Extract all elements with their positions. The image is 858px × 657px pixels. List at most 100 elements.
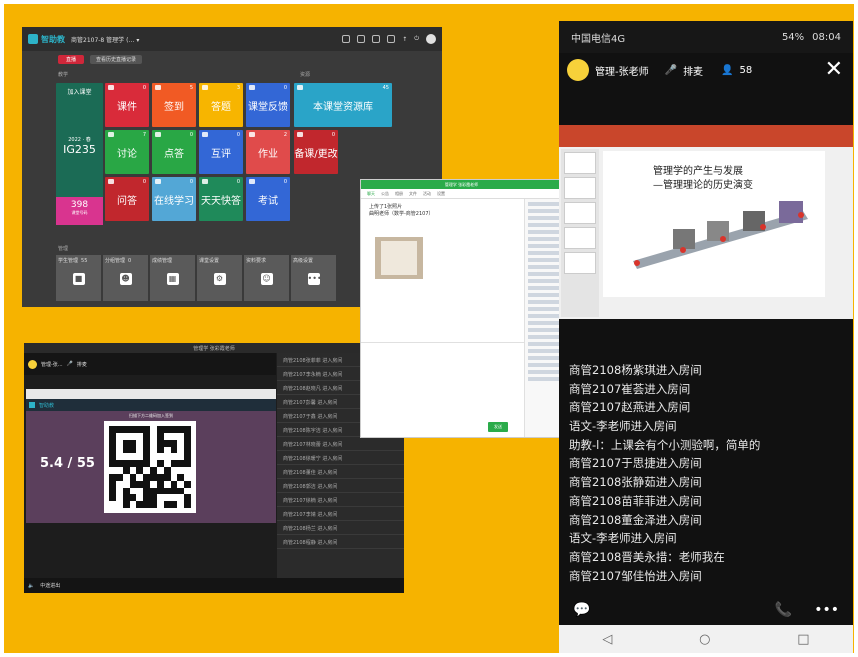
tile-8[interactable]: 2 作业 (246, 130, 290, 174)
brand-name: 智助教 (41, 34, 65, 44)
home-circle-icon[interactable]: ○ (699, 632, 710, 647)
course-selector[interactable]: 商管2107-8 管理学 (… ▾ (71, 35, 139, 44)
recent-apps-icon[interactable]: □ (797, 632, 809, 647)
tile-label: 点答 (164, 148, 184, 160)
comment-icon[interactable]: 💬 (573, 602, 590, 618)
tile-5[interactable]: 7 讨论 (105, 130, 149, 174)
manage-item-3[interactable]: 课堂设置 ⚙ (197, 255, 242, 301)
qr-module (122, 446, 130, 454)
manage-item-2[interactable]: 成绩管理 ▦ (150, 255, 195, 301)
mic-icon[interactable]: 🎤 (67, 361, 73, 367)
phone-chat-line: 商管2108苗菲菲进入房间 (569, 493, 702, 508)
qr-module (177, 446, 185, 454)
chat-tab[interactable]: 公告 (381, 191, 389, 196)
tile-12[interactable]: 0 天天快答 (199, 177, 243, 221)
live-button[interactable]: 直播 (58, 55, 85, 64)
chat-tab[interactable]: 活动 (423, 191, 431, 196)
qr-module (143, 460, 150, 467)
tile-icon (108, 179, 114, 184)
qr-module (163, 426, 171, 433)
tile-4[interactable]: 45 本课堂资源库 (294, 83, 392, 127)
speaker-icon[interactable]: 🔈 (28, 583, 34, 589)
timeline-pin-3 (720, 236, 726, 242)
timeline-pin-4 (760, 224, 766, 230)
tile-0[interactable]: 0 课件 (105, 83, 149, 127)
class-card[interactable]: 加入课堂 2022 · 春 IG235 398 课堂号码 (56, 83, 103, 225)
more-icon[interactable]: ••• (814, 602, 839, 618)
tile-10[interactable]: 0 问答 (105, 177, 149, 221)
tile-6[interactable]: 0 点答 (152, 130, 196, 174)
tile-9[interactable]: 0 备课/更改 (294, 130, 338, 174)
tile-3[interactable]: 0 课堂反馈 (246, 83, 290, 127)
video-header: 管理-张... 🎤 排麦 (24, 353, 276, 375)
chat-tab[interactable]: 设置 (437, 191, 445, 196)
smiley-avatar-icon[interactable] (567, 59, 589, 81)
viewer-count: 58 (739, 64, 753, 76)
qr-module (136, 453, 144, 461)
clock-icon[interactable] (387, 35, 396, 43)
qr-module (156, 501, 164, 508)
photo-page (381, 241, 417, 275)
bell-icon[interactable] (372, 35, 381, 43)
manage-item-0[interactable]: 学生管理 55 ■ (56, 255, 101, 301)
timeline-graphic (633, 201, 808, 269)
phone-call-icon[interactable]: 📞 (775, 602, 792, 618)
chat-window-title: 管理学 张彩霞老师 (361, 180, 562, 189)
qr-module (115, 453, 123, 461)
manage-item-4[interactable]: 资料要求 ☺ (244, 255, 289, 301)
qr-module (163, 494, 171, 502)
manage-item-1[interactable]: 分组管理 0 ☻ (103, 255, 148, 301)
video-mic-label[interactable]: 排麦 (77, 361, 87, 368)
person-icon: 👤 (721, 64, 734, 76)
qr-module (184, 460, 191, 467)
member-line (528, 279, 561, 283)
tile-11[interactable]: 0 在线学习 (152, 177, 196, 221)
chat-tab[interactable]: 聊天 (367, 191, 375, 196)
qr-module (109, 439, 116, 447)
mic-label[interactable]: 排麦 (683, 63, 703, 78)
qr-module (184, 446, 191, 454)
class-code: IG235 (63, 143, 96, 156)
tile-1[interactable]: 5 签到 (152, 83, 196, 127)
footer-label: 中途进出 (40, 583, 61, 589)
tile-7[interactable]: 0 互评 (199, 130, 243, 174)
member-line (528, 230, 561, 234)
tile-count: 0 (283, 85, 287, 91)
tile-count: 0 (331, 132, 335, 138)
qr-module (136, 426, 144, 433)
qr-module (115, 460, 123, 467)
back-icon[interactable]: ◁ (602, 632, 612, 647)
manage-item-5[interactable]: 高级设置 ••• (291, 255, 336, 301)
avatar[interactable] (426, 34, 436, 44)
qr-module (129, 446, 137, 454)
chat-tab[interactable]: 相册 (395, 191, 403, 196)
qr-module (115, 432, 123, 440)
people-icon[interactable] (357, 35, 366, 43)
class-date: 2022 · 春 (68, 137, 91, 143)
arrow-up-icon[interactable]: ↑ (402, 36, 407, 43)
home-icon[interactable] (342, 35, 351, 43)
manage-label: 资料要求 (246, 258, 267, 264)
qr-module (170, 467, 178, 474)
member-line (528, 272, 561, 276)
qr-module (136, 480, 144, 488)
member-line (528, 335, 561, 339)
send-button[interactable]: 发送 (488, 422, 508, 432)
qr-code[interactable] (104, 421, 196, 513)
qr-module (184, 501, 191, 508)
mic-icon[interactable]: 🎤 (665, 65, 677, 76)
tile-2[interactable]: 3 答题 (199, 83, 243, 127)
qr-module (129, 494, 137, 502)
power-icon[interactable]: ⏻ (414, 35, 419, 43)
tile-13[interactable]: 0 考试 (246, 177, 290, 221)
timeline-photo-4 (779, 201, 803, 223)
tile-count: 0 (236, 132, 240, 138)
video-chat-row: 商管2107林晓蕾 进入房间 (277, 437, 404, 451)
chat-input-area[interactable]: 发送 (361, 342, 524, 437)
class-count: 398 (70, 200, 89, 210)
qr-module (122, 501, 130, 508)
uploaded-photo[interactable] (375, 237, 423, 279)
history-button[interactable]: 查看历史直播记录 (90, 55, 143, 64)
close-icon[interactable]: ✕ (825, 57, 843, 82)
chat-tab[interactable]: 文件 (409, 191, 417, 196)
